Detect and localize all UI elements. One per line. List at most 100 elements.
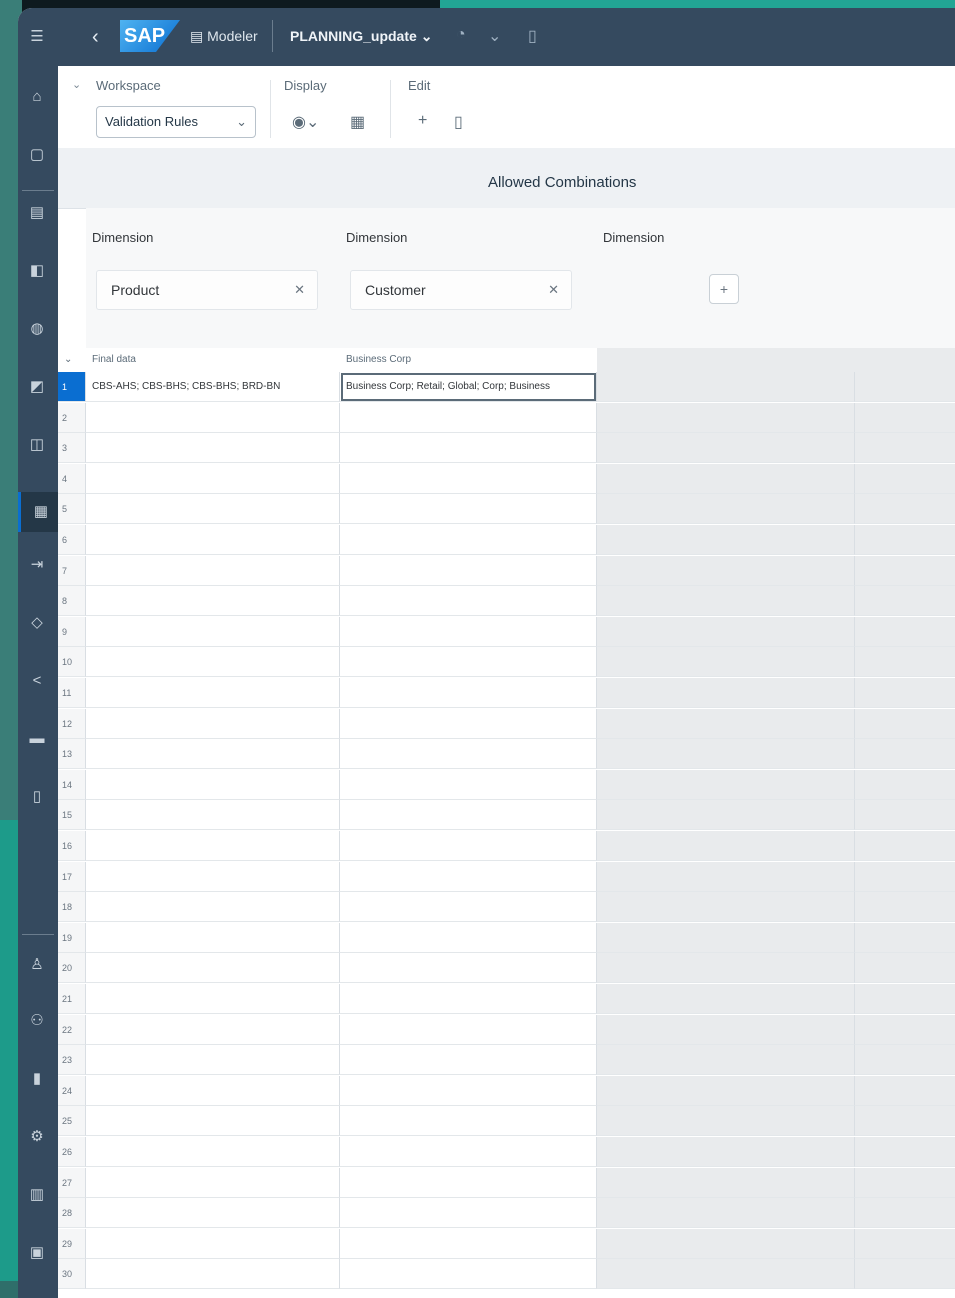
table-cell[interactable] [86, 1137, 340, 1167]
table-cell[interactable] [86, 862, 340, 892]
table-cell[interactable] [86, 770, 340, 800]
table-cell[interactable] [340, 556, 597, 586]
table-cell[interactable] [340, 617, 597, 647]
table-cell[interactable] [86, 923, 340, 953]
row-number[interactable]: 16 [58, 831, 86, 861]
stories-icon[interactable]: ▤ [28, 204, 46, 222]
files-icon[interactable]: ▢ [28, 146, 46, 164]
deployment-icon[interactable]: ▮ [28, 1070, 46, 1088]
table-cell[interactable] [86, 647, 340, 677]
table-cell[interactable] [86, 953, 340, 983]
share-icon[interactable]: < [28, 672, 46, 690]
model-breadcrumb[interactable]: ▤ Modeler [190, 28, 258, 45]
table-cell[interactable] [340, 1229, 597, 1259]
table-cell[interactable] [340, 433, 597, 463]
table-cell[interactable] [340, 464, 597, 494]
table-cell[interactable] [340, 923, 597, 953]
modeler-icon[interactable]: ◍ [28, 320, 46, 338]
table-cell[interactable] [340, 1106, 597, 1136]
table-cell[interactable] [86, 1106, 340, 1136]
table-cell[interactable] [340, 862, 597, 892]
table-cell[interactable] [86, 831, 340, 861]
table-cell[interactable] [86, 1168, 340, 1198]
data-flow-icon[interactable]: ⇥ [28, 556, 46, 574]
workspace-select[interactable]: Validation Rules ⌄ [96, 106, 256, 138]
table-cell[interactable] [86, 1229, 340, 1259]
row-number[interactable]: 10 [58, 647, 86, 677]
table-cell[interactable] [86, 1198, 340, 1228]
row-number[interactable]: 5 [58, 494, 86, 524]
row-number[interactable]: 14 [58, 770, 86, 800]
row-number[interactable]: 11 [58, 678, 86, 708]
system-icon[interactable]: ▥ [28, 1186, 46, 1204]
row-number[interactable]: 12 [58, 709, 86, 739]
dimension-token-product[interactable]: Product ✕ [96, 270, 318, 310]
table-cell[interactable] [86, 586, 340, 616]
refresh-icon[interactable]: ◔ [456, 26, 466, 44]
table-cell[interactable] [86, 1015, 340, 1045]
row-number[interactable]: 17 [58, 862, 86, 892]
table-cell[interactable] [86, 1259, 340, 1289]
connections-icon[interactable]: ▬ [28, 730, 46, 748]
row-number[interactable]: 20 [58, 953, 86, 983]
row-number[interactable]: 28 [58, 1198, 86, 1228]
row-header-collapse-icon[interactable]: ⌄ [58, 348, 86, 372]
collapse-toolbar-icon[interactable]: ⌄ [72, 78, 81, 91]
row-number[interactable]: 6 [58, 525, 86, 555]
home-icon[interactable]: ⌂ [28, 88, 46, 106]
table-cell[interactable] [340, 647, 597, 677]
table-cell[interactable] [340, 525, 597, 555]
table-cell[interactable]: CBS-AHS; CBS-BHS; CBS-BHS; BRD-BN [86, 372, 340, 402]
row-number[interactable]: 18 [58, 892, 86, 922]
table-settings-icon[interactable]: ▦ [350, 112, 365, 132]
row-number[interactable]: 29 [58, 1229, 86, 1259]
row-number[interactable]: 25 [58, 1106, 86, 1136]
table-cell[interactable] [340, 1137, 597, 1167]
table-cell[interactable] [340, 953, 597, 983]
delete-icon[interactable]: ▯ [454, 112, 463, 132]
remove-token-icon[interactable]: ✕ [548, 271, 559, 309]
table-cell[interactable] [86, 433, 340, 463]
dropdown-icon[interactable]: ⌄ [488, 26, 501, 46]
table-cell[interactable] [340, 984, 597, 1014]
table-cell[interactable] [340, 800, 597, 830]
data-analyzer-icon[interactable]: ◩ [28, 378, 46, 396]
menu-icon[interactable]: ☰ [28, 28, 46, 46]
predictive-icon[interactable]: ◇ [28, 614, 46, 632]
add-icon[interactable]: + [418, 112, 427, 130]
model-title[interactable]: PLANNING_update ⌄ [290, 28, 432, 45]
table-cell[interactable] [340, 892, 597, 922]
sap-logo[interactable]: SAP [120, 20, 180, 52]
table-cell[interactable] [340, 1045, 597, 1075]
row-number[interactable]: 19 [58, 923, 86, 953]
remove-token-icon[interactable]: ✕ [294, 271, 305, 309]
table-cell[interactable] [86, 494, 340, 524]
row-number[interactable]: 2 [58, 403, 86, 433]
table-cell[interactable] [340, 403, 597, 433]
table-cell[interactable] [340, 1015, 597, 1045]
team-icon[interactable]: ⚇ [28, 1012, 46, 1030]
table-cell[interactable] [86, 1045, 340, 1075]
table-cell[interactable] [86, 739, 340, 769]
row-number[interactable]: 3 [58, 433, 86, 463]
settings-icon[interactable]: ⚙ [28, 1128, 46, 1146]
row-number[interactable]: 23 [58, 1045, 86, 1075]
table-cell[interactable] [340, 770, 597, 800]
row-number[interactable]: 9 [58, 617, 86, 647]
back-chevron-icon[interactable]: ‹ [92, 26, 99, 49]
table-cell[interactable] [86, 709, 340, 739]
table-cell[interactable] [340, 831, 597, 861]
planning-model-icon[interactable]: ▦ [18, 492, 61, 532]
row-number[interactable]: 15 [58, 800, 86, 830]
row-number[interactable]: 8 [58, 586, 86, 616]
dimension-token-customer[interactable]: Customer ✕ [350, 270, 572, 310]
analytic-app-icon[interactable]: ◧ [28, 262, 46, 280]
row-number[interactable]: 30 [58, 1259, 86, 1289]
row-number[interactable]: 1 [58, 372, 86, 402]
row-number[interactable]: 13 [58, 739, 86, 769]
datasets-icon[interactable]: ◫ [28, 436, 46, 454]
table-cell[interactable] [340, 1168, 597, 1198]
table-cell[interactable] [340, 1076, 597, 1106]
table-cell[interactable] [340, 678, 597, 708]
add-dimension-button[interactable]: + [709, 274, 739, 304]
